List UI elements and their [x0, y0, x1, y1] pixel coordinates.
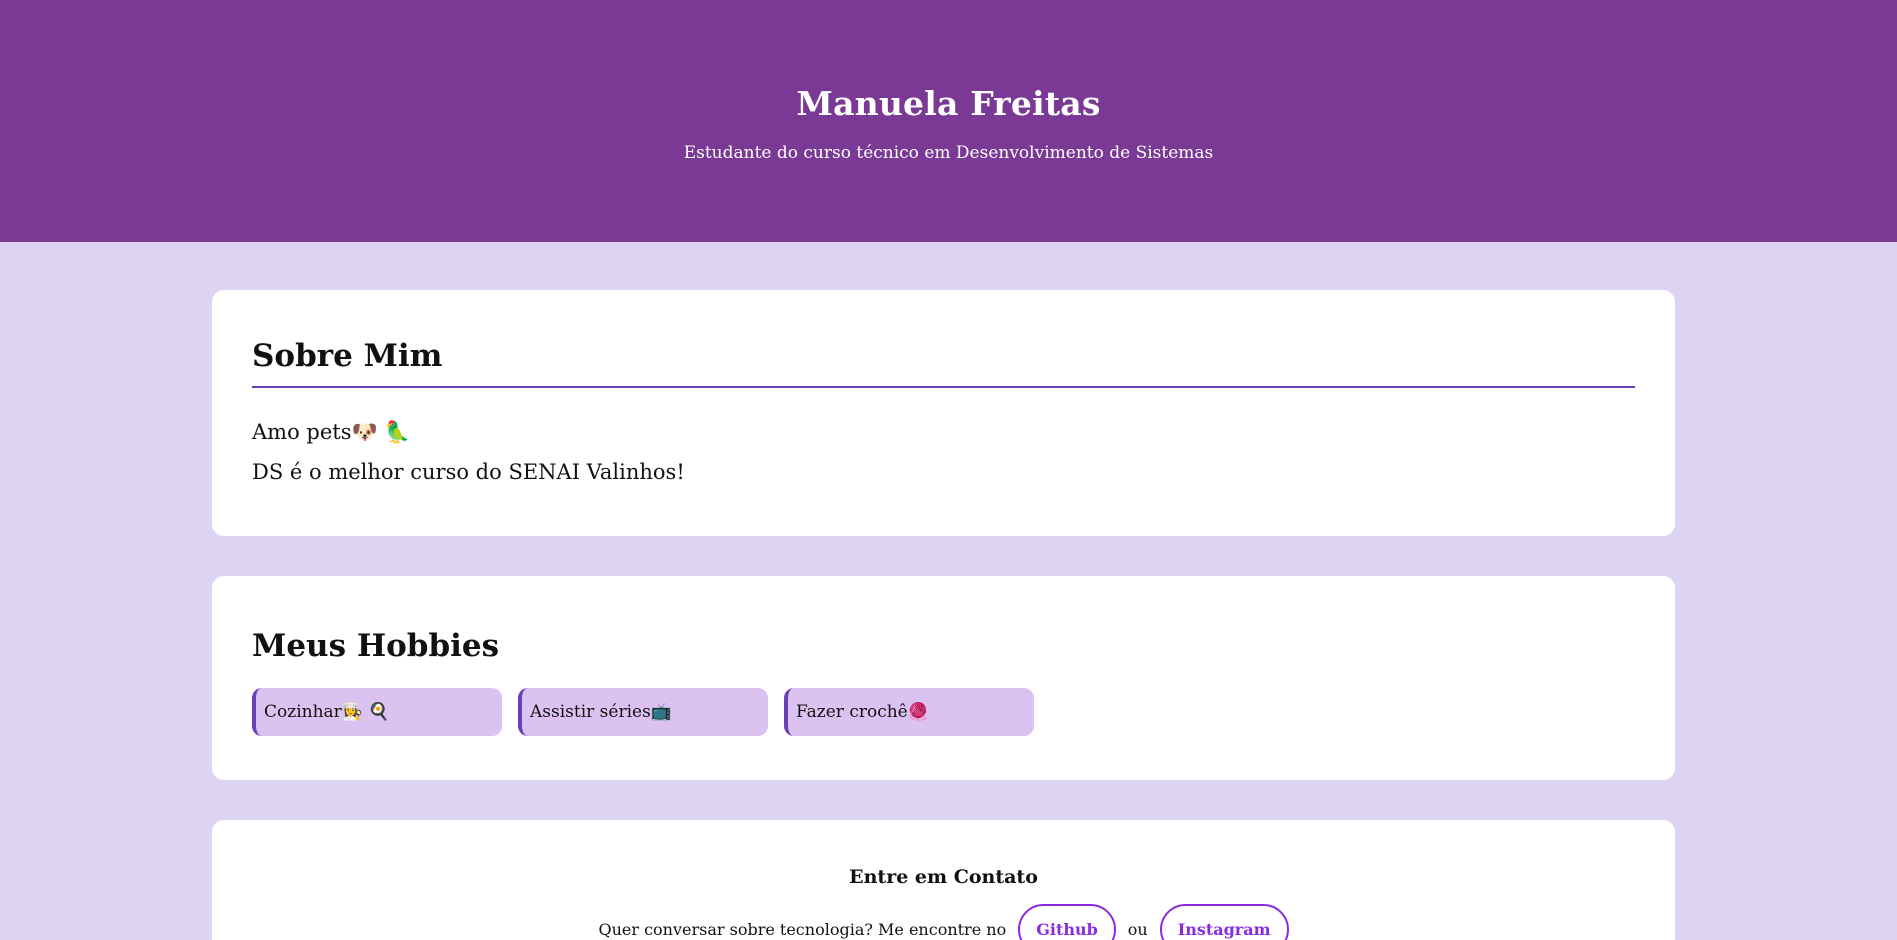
- hobby-list: Cozinhar👩‍🍳 🍳 Assistir séries📺 Fazer cro…: [252, 688, 1635, 736]
- hobbies-title: Meus Hobbies: [252, 628, 500, 664]
- page-title: Manuela Freitas: [796, 84, 1101, 123]
- hobby-item-cozinhar: Cozinhar👩‍🍳 🍳: [252, 688, 502, 736]
- contact-text: Quer conversar sobre tecnologia? Me enco…: [598, 920, 1007, 939]
- about-title: Sobre Mim: [252, 338, 1635, 388]
- page-subtitle: Estudante do curso técnico em Desenvolvi…: [683, 143, 1214, 163]
- instagram-link[interactable]: Instagram: [1159, 904, 1289, 940]
- github-link[interactable]: Github: [1018, 904, 1116, 940]
- contact-or: ou: [1127, 920, 1148, 939]
- about-section: Sobre Mim Amo pets🐶 🦜 DS é o melhor curs…: [212, 290, 1675, 536]
- contact-title: Entre em Contato: [849, 866, 1038, 888]
- about-line-course: DS é o melhor curso do SENAI Valinhos!: [252, 460, 685, 484]
- hobby-item-series: Assistir séries📺: [518, 688, 768, 736]
- contact-line: Quer conversar sobre tecnologia? Me enco…: [252, 904, 1635, 940]
- page-header: Manuela Freitas Estudante do curso técni…: [0, 0, 1897, 242]
- hobby-item-croche: Fazer crochê🧶: [784, 688, 1034, 736]
- main-content: Sobre Mim Amo pets🐶 🦜 DS é o melhor curs…: [212, 290, 1675, 940]
- hobbies-section: Meus Hobbies Cozinhar👩‍🍳 🍳 Assistir séri…: [212, 576, 1675, 780]
- about-line-pets: Amo pets🐶 🦜: [252, 420, 411, 444]
- contact-section: Entre em Contato Quer conversar sobre te…: [212, 820, 1675, 940]
